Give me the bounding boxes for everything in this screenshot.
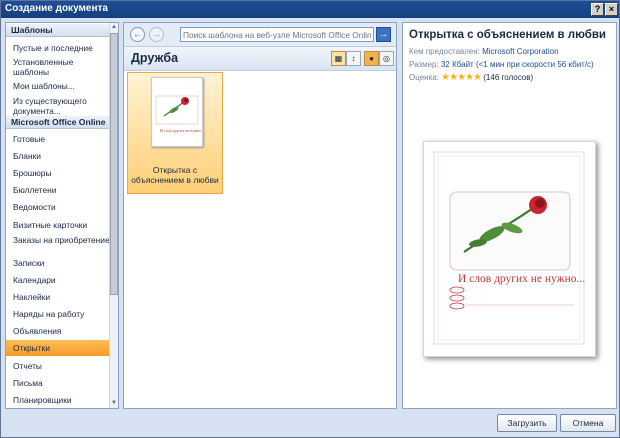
rose-thumbnail-icon: И слов других не нужно	[155, 95, 201, 133]
close-button[interactable]: ×	[605, 3, 618, 16]
scroll-down-icon[interactable]: ▼	[110, 399, 118, 408]
filter-settings-icon[interactable]: ◎	[379, 51, 394, 66]
template-label: Открытка с объяснением в любви	[131, 165, 219, 185]
nav-header-templates: Шаблоны	[6, 24, 110, 37]
nav-item-business-cards[interactable]: Визитные карточки	[6, 220, 110, 230]
nav-item-purchase-orders[interactable]: Заказы на приобретение	[6, 235, 110, 245]
nav-item-from-existing[interactable]: Из существующего документа...	[6, 96, 110, 116]
nav-item-reports[interactable]: Отчеты	[6, 361, 110, 371]
templates-gallery-pane: ← → → Дружба ▦ ↕ ● ◎ И слов других не ну…	[123, 22, 397, 409]
rating-count: (146 голосов)	[483, 73, 534, 82]
category-header: Дружба ▦ ↕ ● ◎	[124, 47, 396, 71]
template-search-input[interactable]	[180, 27, 374, 42]
rating-star-icon[interactable]: ★	[449, 72, 458, 83]
nav-item-planners[interactable]: Планировщики	[6, 395, 110, 405]
template-preview: И слов других не нужно...	[423, 141, 596, 357]
create-document-dialog: Создание документа ? × Шаблоны Пустые и …	[0, 0, 620, 438]
rating-star-icon[interactable]: ★	[457, 72, 466, 83]
size-row: Размер: 32 Кбайт (<1 мин при скорости 56…	[409, 60, 594, 69]
scroll-up-icon[interactable]: ▲	[110, 23, 118, 32]
rating-star-icon[interactable]: ★	[441, 72, 450, 83]
nav-item-installed-templates[interactable]: Установленные шаблоны	[6, 57, 110, 77]
nav-header-office-online: Microsoft Office Online	[6, 116, 110, 129]
scrollbar-thumb[interactable]	[110, 33, 118, 295]
nav-item-my-templates[interactable]: Мои шаблоны...	[6, 81, 110, 91]
nav-item-work-orders[interactable]: Наряды на работу	[6, 309, 110, 319]
nav-item-calendars[interactable]: Календари	[6, 275, 110, 285]
size-label: Размер:	[409, 60, 439, 69]
rating-stars-icon[interactable]: ★★★★★	[441, 72, 482, 83]
provider-row: Кем предоставлен: Microsoft Corporation	[409, 47, 559, 56]
nav-item-forms[interactable]: Бланки	[6, 151, 110, 161]
nav-item-letters[interactable]: Письма	[6, 378, 110, 388]
cancel-button[interactable]: Отмена	[560, 414, 616, 432]
window-title: Создание документа	[5, 3, 108, 14]
forward-arrow-icon[interactable]: →	[149, 27, 164, 42]
nav-item-labels[interactable]: Наклейки	[6, 292, 110, 302]
provider-label: Кем предоставлен:	[409, 47, 480, 56]
title-bar: Создание документа ? ×	[1, 1, 619, 18]
search-toolbar: ← → →	[124, 23, 396, 47]
back-arrow-icon[interactable]: ←	[130, 27, 145, 42]
rating-row: Оценка: ★★★★★ (146 голосов)	[409, 72, 533, 83]
rose-preview-icon	[433, 151, 585, 345]
size-value: 32 Кбайт (<1 мин при скорости 56 кбит/с)	[440, 60, 594, 69]
rating-star-icon[interactable]: ★	[473, 72, 482, 83]
provider-value: Microsoft Corporation	[482, 47, 559, 56]
rating-star-icon[interactable]: ★	[465, 72, 474, 83]
rating-label: Оценка:	[409, 73, 439, 82]
template-categories-pane: Шаблоны Пустые и последние Установленные…	[5, 22, 119, 409]
template-tile-love-card[interactable]: И слов других не нужно Открытка с объясн…	[127, 72, 223, 194]
details-title: Открытка с объяснением в любви	[409, 29, 606, 41]
search-go-icon[interactable]: →	[376, 27, 391, 42]
nav-item-ready[interactable]: Готовые	[6, 134, 110, 144]
filter-author-icon[interactable]: ●	[364, 51, 379, 66]
sort-icon[interactable]: ↕	[346, 51, 361, 66]
nav-item-statements[interactable]: Ведомости	[6, 202, 110, 212]
thumb-caption: И слов других не нужно	[160, 128, 201, 133]
nav-item-brochures[interactable]: Брошюры	[6, 168, 110, 178]
help-button[interactable]: ?	[591, 3, 604, 16]
nav-item-cards[interactable]: Открытки	[6, 340, 110, 356]
nav-item-newsletters[interactable]: Бюллетени	[6, 185, 110, 195]
preview-caption: И слов других не нужно...	[458, 273, 586, 285]
nav-item-memos[interactable]: Записки	[6, 258, 110, 268]
load-button[interactable]: Загрузить	[497, 414, 557, 432]
nav-item-blank-recent[interactable]: Пустые и последние	[6, 43, 110, 53]
template-details-pane: Открытка с объяснением в любви Кем предо…	[402, 22, 617, 409]
nav-item-flyers[interactable]: Объявления	[6, 326, 110, 336]
template-thumbnail: И слов других не нужно	[151, 77, 203, 147]
category-title: Дружба	[131, 51, 179, 65]
sidebar-scrollbar[interactable]: ▲ ▼	[109, 23, 118, 408]
large-icons-view-icon[interactable]: ▦	[331, 51, 346, 66]
